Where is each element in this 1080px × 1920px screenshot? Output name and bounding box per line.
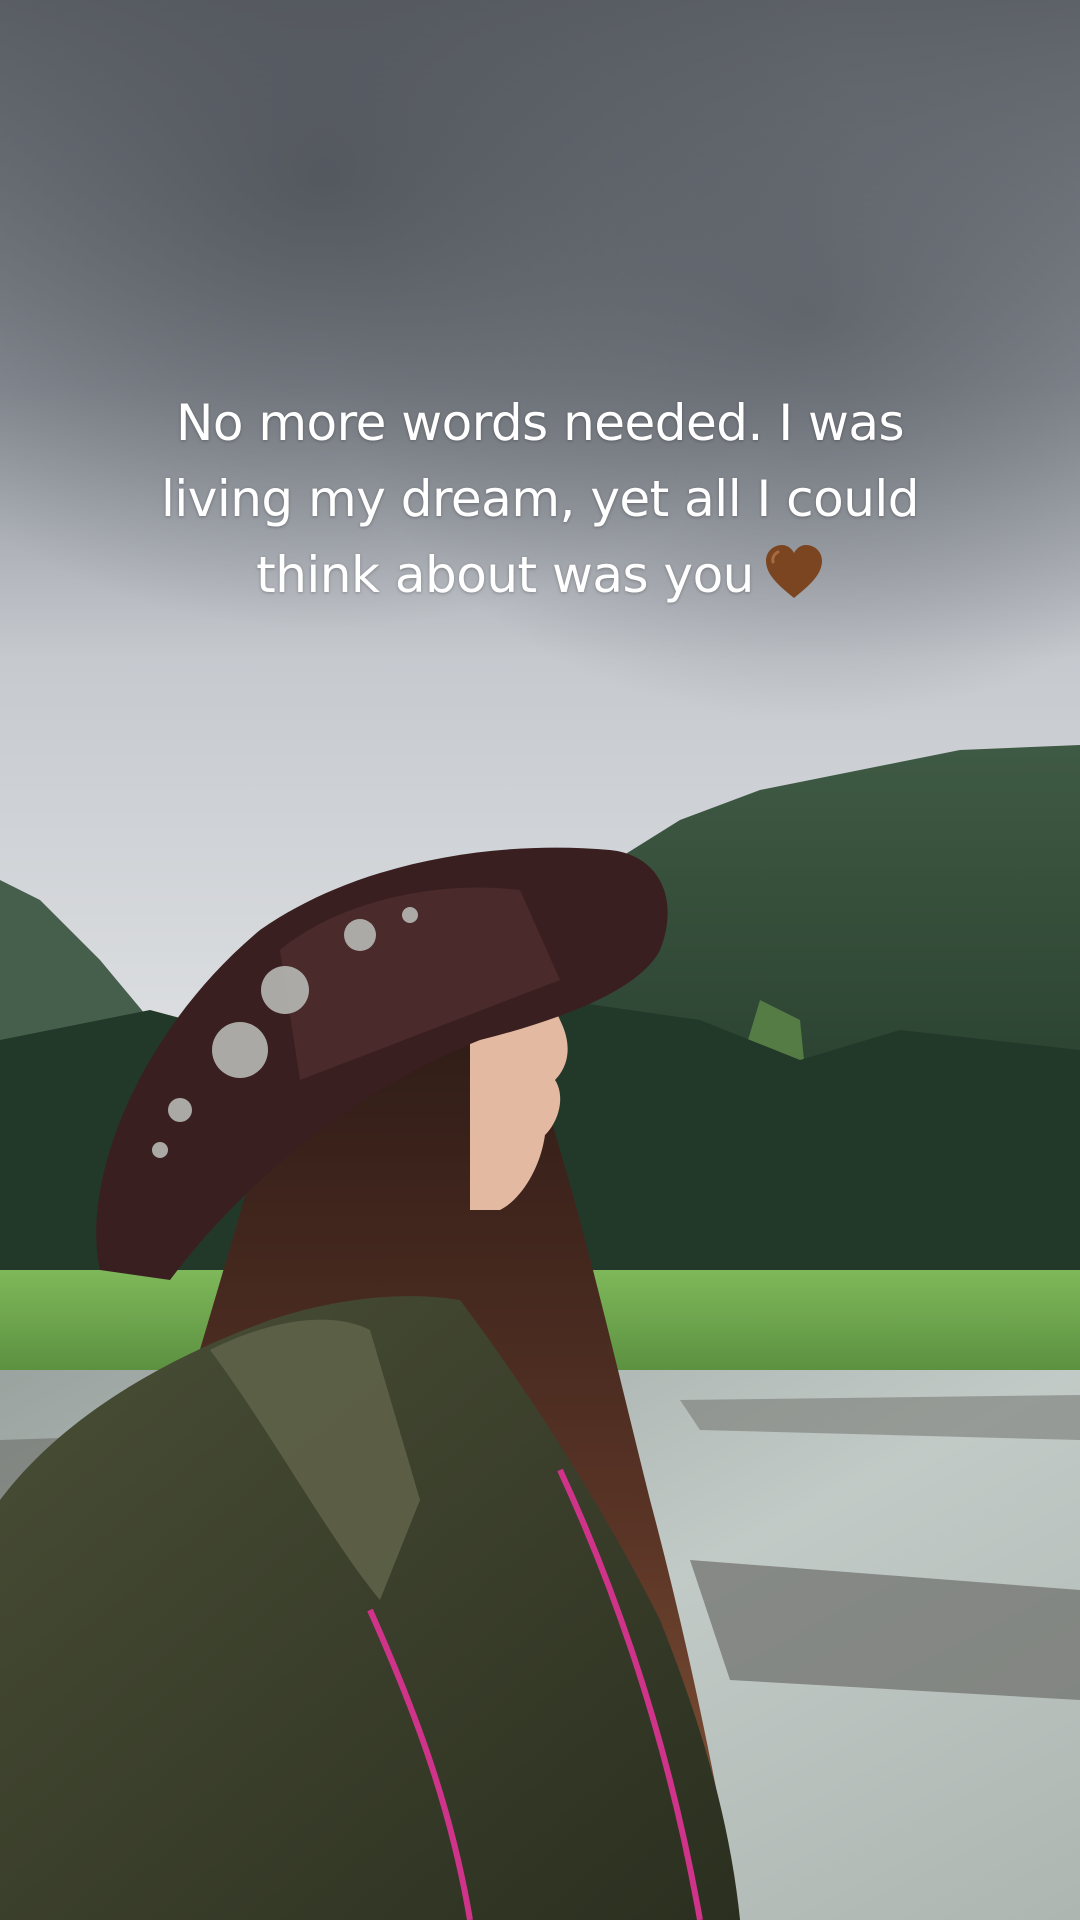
caption-line-2: living my dream, yet all I could — [160, 470, 920, 528]
caption-line-3-text: think about was you — [256, 546, 754, 604]
story-frame[interactable]: No more words needed. I was living my dr… — [0, 0, 1080, 1920]
caption-line-3: think about was you — [60, 537, 1020, 621]
story-caption: No more words needed. I was living my dr… — [60, 385, 1020, 621]
brown-heart-icon — [764, 544, 824, 621]
background-photo — [0, 0, 1080, 1920]
caption-line-1: No more words needed. I was — [175, 394, 905, 452]
